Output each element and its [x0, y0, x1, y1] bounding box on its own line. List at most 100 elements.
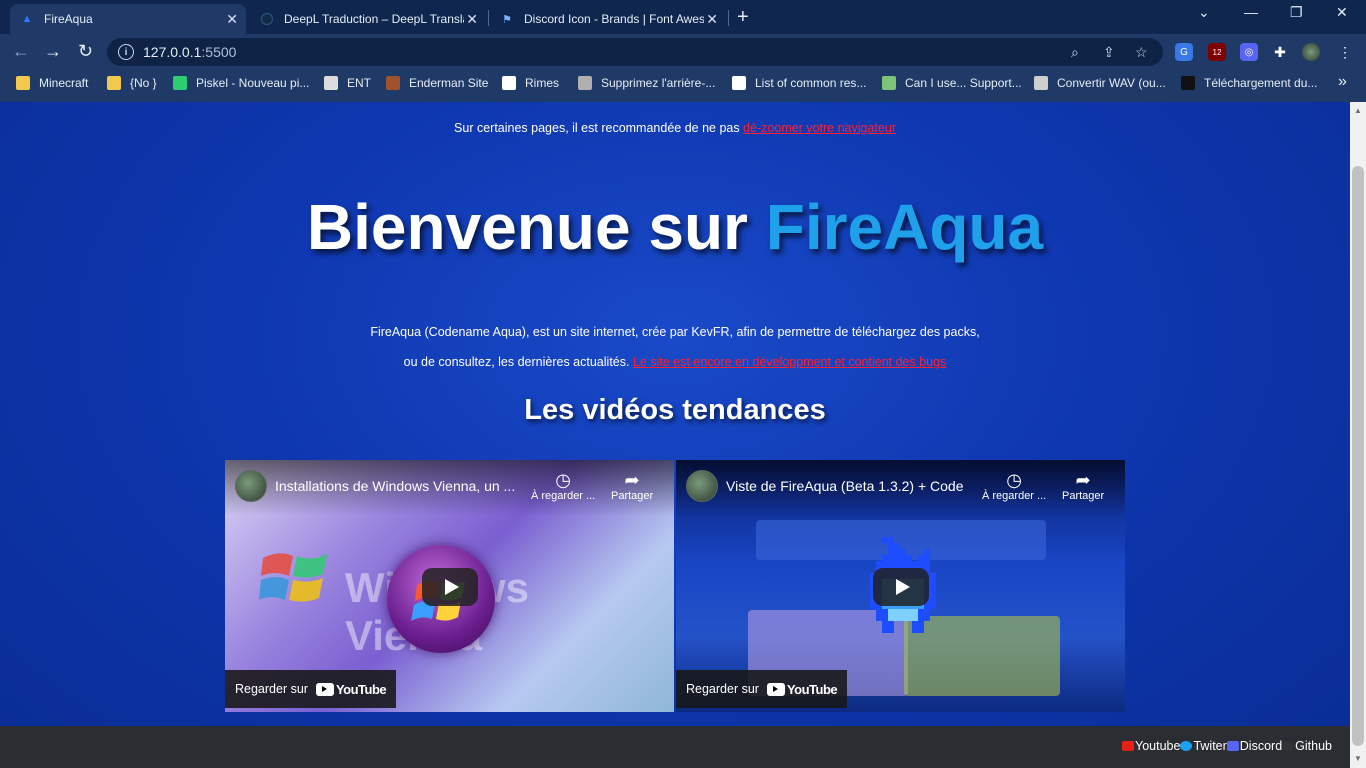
ublock-icon[interactable]: 12	[1208, 43, 1226, 61]
restore-button[interactable]: ❐	[1290, 4, 1303, 21]
play-button[interactable]	[873, 568, 929, 606]
youtube-play-icon	[766, 682, 785, 696]
channel-avatar[interactable]	[686, 470, 718, 502]
brand-name: FireAqua	[765, 191, 1044, 263]
folder-icon	[107, 76, 121, 90]
site-info-icon[interactable]: i	[118, 44, 134, 60]
rimes-icon	[502, 76, 516, 90]
tab-label: FireAqua	[44, 12, 93, 26]
bookmark-item[interactable]: Enderman Site	[386, 76, 488, 90]
youtube-logo: YouTube	[766, 682, 838, 697]
page-scrollbar[interactable]: ▲ ▼	[1350, 102, 1366, 768]
twitter-icon	[1180, 741, 1193, 751]
tab-deepl[interactable]: DeepL Traduction – DeepL Translat ✕	[250, 4, 486, 34]
remove-bg-icon	[578, 76, 592, 90]
download-icon	[1181, 76, 1195, 90]
address-bar[interactable]: i 127.0.0.1:5500 ⌕ ⇪ ☆	[107, 38, 1163, 66]
minimize-button[interactable]: —	[1244, 4, 1258, 20]
bookmark-item[interactable]: Téléchargement du...	[1181, 76, 1317, 90]
piskel-icon	[173, 76, 187, 90]
social-links: Youtube Twiter Discord Github	[1122, 739, 1332, 753]
video-embed-fireaqua-beta[interactable]: Viste de FireAqua (Beta 1.3.2) + Code ◷ À…	[676, 460, 1125, 712]
tab-search-icon[interactable]: ⌄	[1198, 4, 1210, 21]
site-footer: Youtube Twiter Discord Github	[0, 726, 1350, 768]
zoom-notice-link[interactable]: dé-zoomer votre navigateur	[743, 121, 896, 135]
share-arrow-icon: ➦	[1075, 470, 1091, 490]
tab-label: Discord Icon - Brands | Font Awes	[524, 12, 704, 26]
bookmark-item[interactable]: Rimes	[502, 76, 559, 90]
close-window-button[interactable]: ✕	[1336, 4, 1348, 21]
wikipedia-icon	[732, 76, 746, 90]
videos-section-title: Les vidéos tendances	[524, 394, 826, 426]
play-button[interactable]	[422, 568, 478, 606]
ent-icon	[324, 76, 338, 90]
video-embed-windows-vienna[interactable]: Windows Vienna Installations de Windows …	[225, 460, 674, 712]
hero-title: Bienvenue sur FireAqua	[306, 191, 1044, 263]
caniuse-icon	[882, 76, 896, 90]
youtube-icon	[1122, 741, 1134, 751]
forward-arrow-icon[interactable]: →	[44, 41, 62, 62]
tab-label: DeepL Traduction – DeepL Translat	[284, 12, 464, 26]
enderman-icon	[386, 76, 400, 90]
watch-on-youtube-button[interactable]: Regarder sur YouTube	[225, 670, 397, 708]
close-tab-icon[interactable]: ✕	[706, 11, 718, 28]
zoom-notice: Sur certaines pages, il est recommandée …	[454, 121, 896, 135]
windows-flag-icon	[259, 553, 327, 602]
close-tab-icon[interactable]: ✕	[466, 11, 478, 28]
folder-icon	[16, 76, 30, 90]
google-translate-icon[interactable]: G	[1175, 43, 1193, 61]
profile-avatar[interactable]	[1302, 43, 1320, 61]
play-icon	[445, 579, 459, 595]
flag-icon: ⚑	[502, 13, 512, 26]
more-bookmarks-icon[interactable]: »	[1338, 73, 1347, 91]
bookmarks-bar: Minecraft {No } Piskel - Nouveau pi... E…	[0, 70, 1366, 100]
bookmark-item[interactable]: Minecraft	[16, 76, 88, 90]
bookmark-item[interactable]: Piskel - Nouveau pi...	[173, 76, 309, 90]
play-icon	[896, 579, 910, 595]
footer-link-youtube[interactable]: Youtube	[1122, 739, 1180, 753]
bookmark-item[interactable]: {No }	[107, 76, 157, 90]
share-icon[interactable]: ⇪	[1103, 44, 1115, 61]
tab-fireaqua[interactable]: ▲ FireAqua ✕	[10, 4, 246, 34]
share-button[interactable]: ➦ Partager	[1062, 470, 1104, 502]
bookmark-item[interactable]: List of common res...	[732, 76, 866, 90]
tab-separator	[488, 10, 489, 26]
tab-separator	[728, 10, 729, 26]
zoom-icon[interactable]: ⌕	[1071, 44, 1079, 61]
watch-later-button[interactable]: ◷ À regarder ...	[531, 470, 595, 502]
back-arrow-icon[interactable]: ←	[12, 41, 30, 62]
footer-link-twitter[interactable]: Twiter	[1180, 739, 1227, 753]
bookmark-item[interactable]: Convertir WAV (ou...	[1034, 76, 1166, 90]
bookmark-item[interactable]: ENT	[324, 76, 371, 90]
puzzle-extensions-icon[interactable]: ✚	[1271, 43, 1289, 61]
browser-toolbar: ← → ↻ i 127.0.0.1:5500 ⌕ ⇪ ☆ G 12 ◎ ✚ ⋮	[0, 34, 1366, 70]
menu-kebab-icon[interactable]: ⋮	[1336, 43, 1354, 61]
watch-later-button[interactable]: ◷ À regarder ...	[982, 470, 1046, 502]
clock-icon: ◷	[555, 470, 571, 490]
footer-link-discord[interactable]: Discord	[1226, 739, 1282, 753]
bookmark-star-icon[interactable]: ☆	[1135, 44, 1148, 61]
share-button[interactable]: ➦ Partager	[611, 470, 653, 502]
scroll-down-arrow-icon[interactable]: ▼	[1354, 754, 1362, 763]
scroll-up-arrow-icon[interactable]: ▲	[1354, 106, 1362, 115]
clock-icon: ◷	[1006, 470, 1022, 490]
watch-on-youtube-button[interactable]: Regarder sur YouTube	[676, 670, 848, 708]
dev-warning-link[interactable]: Le site est encore en développment et co…	[633, 355, 946, 369]
bookmark-item[interactable]: Supprimez l'arrière-...	[578, 76, 715, 90]
footer-link-github[interactable]: Github	[1282, 739, 1332, 753]
tab-discord-icon[interactable]: ⚑ Discord Icon - Brands | Font Awes ✕	[490, 4, 726, 34]
browser-chrome: ▲ FireAqua ✕ DeepL Traduction – DeepL Tr…	[0, 0, 1366, 102]
share-arrow-icon: ➦	[624, 470, 640, 490]
bookmark-item[interactable]: Can I use... Support...	[882, 76, 1022, 90]
channel-avatar[interactable]	[235, 470, 267, 502]
tab-strip: ▲ FireAqua ✕ DeepL Traduction – DeepL Tr…	[0, 0, 1366, 34]
url-text: 127.0.0.1:5500	[143, 44, 237, 60]
github-icon	[1282, 741, 1295, 751]
scrollbar-thumb[interactable]	[1352, 166, 1364, 746]
video-title[interactable]: Installations de Windows Vienna, un ...	[275, 478, 515, 494]
discord-extension-icon[interactable]: ◎	[1240, 43, 1258, 61]
new-tab-button[interactable]: +	[737, 6, 749, 29]
reload-icon[interactable]: ↻	[78, 41, 93, 62]
close-tab-icon[interactable]: ✕	[226, 11, 238, 28]
video-title[interactable]: Viste de FireAqua (Beta 1.3.2) + Code	[726, 478, 964, 494]
